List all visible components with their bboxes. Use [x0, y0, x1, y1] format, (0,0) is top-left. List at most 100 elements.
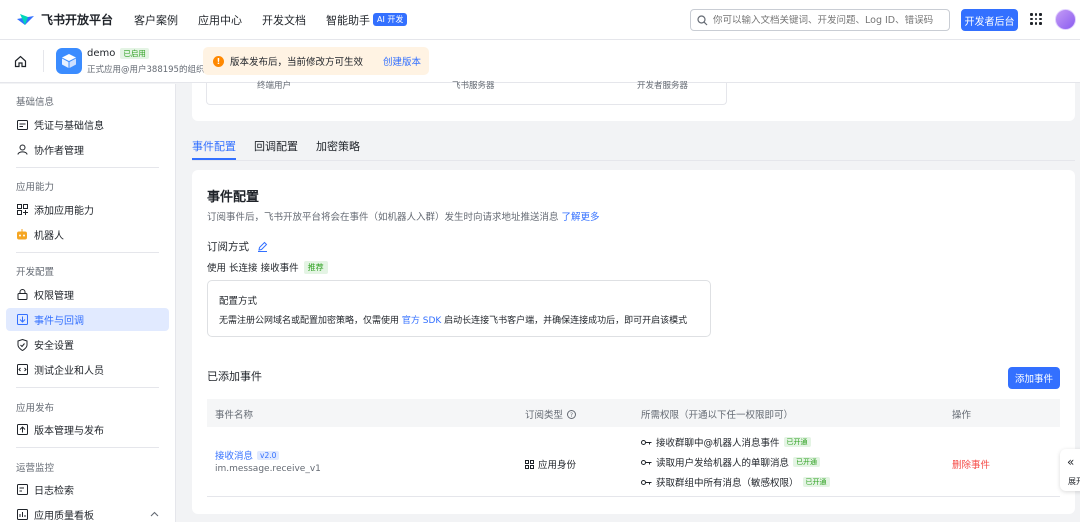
shield-icon: [16, 338, 28, 351]
app-header: demo 已启用 正式应用@用户388195的组织 ! 版本发布后，当前修改方可…: [0, 40, 1080, 83]
tab-encryption[interactable]: 加密策略: [316, 133, 360, 160]
warning-icon: !: [213, 55, 224, 67]
event-name[interactable]: 接收消息 v2.0: [215, 448, 280, 462]
tab-callback-config[interactable]: 回调配置: [254, 133, 298, 160]
sidebar-item-credentials[interactable]: 凭证与基础信息: [6, 113, 169, 136]
subscribe-mode: 订阅方式: [207, 239, 268, 254]
nav-ai-assistant[interactable]: 智能助手 AI 开发: [326, 12, 408, 28]
status-badge: 已开通: [783, 437, 811, 447]
col-subscribe-type: 订阅类型 ?: [525, 407, 577, 421]
flow-card: 终端用户 飞书服务器 开发者服务器: [192, 81, 1075, 121]
developer-console-button[interactable]: 开发者后台: [961, 9, 1018, 31]
test-icon: [16, 364, 28, 376]
table-row: 接收消息 v2.0 im.message.receive_v1 应用身份 接收群…: [207, 427, 1060, 497]
app-subtitle: 正式应用@用户388195的组织: [87, 65, 205, 75]
col-permissions: 所需权限（开通以下任一权限即可）: [641, 410, 794, 421]
usage-mode: 使用 长连接 接收事件 推荐: [207, 260, 328, 274]
sidebar-item-test-org[interactable]: 测试企业和人员: [6, 358, 169, 381]
search-input[interactable]: [713, 14, 941, 26]
divider: [16, 447, 159, 448]
added-events-title: 已添加事件: [207, 370, 262, 383]
nav-ai-assistant-label: 智能助手: [326, 13, 370, 27]
event-config-card: 事件配置 订阅事件后，飞书开放平台将会在事件（如机器人入群）发生时向请求地址推送…: [192, 170, 1075, 514]
permission-label: 读取用户发给机器人的单聊消息: [656, 458, 790, 469]
sidebar-item-label: 应用质量看板: [34, 511, 94, 522]
app-logo-icon: [56, 48, 82, 74]
robot-icon: [16, 229, 28, 241]
config-text: 无需注册公网域名或配置加密策略，仅需使用 官方 SDK 启动长连接飞书客户端，并…: [219, 313, 687, 326]
expand-label: 展开: [1068, 477, 1080, 486]
table-header: 事件名称 订阅类型 ? 所需权限（开通以下任一权限即可） 操作: [207, 399, 1060, 427]
sidebar-item-security[interactable]: 安全设置: [6, 333, 169, 356]
config-text-1: 无需注册公网域名或配置加密策略，仅需使用: [219, 316, 400, 326]
sidebar-item-add-capability[interactable]: 添加应用能力: [6, 198, 169, 221]
sidebar-item-label: 添加应用能力: [34, 206, 94, 217]
status-badge: 已启用: [120, 48, 149, 59]
dashboard-icon: [16, 509, 28, 521]
search-icon: [697, 14, 708, 25]
nav-dev-docs[interactable]: 开发文档: [262, 12, 306, 28]
chevron-up-icon[interactable]: [150, 511, 159, 517]
sidebar-item-label: 测试企业和人员: [34, 366, 104, 377]
sidebar-item-label: 事件与回调: [34, 316, 84, 327]
user-icon: [16, 144, 28, 156]
edit-icon[interactable]: [257, 241, 268, 252]
divider: [16, 387, 159, 388]
sidebar-item-label: 机器人: [34, 231, 64, 242]
flow-label-dev: 开发者服务器: [637, 81, 689, 91]
help-icon[interactable]: ?: [567, 409, 577, 419]
flow-diagram: 终端用户 飞书服务器 开发者服务器: [206, 81, 727, 105]
app-identity-icon: [525, 459, 534, 469]
key-icon: [641, 439, 652, 445]
avatar[interactable]: [1055, 9, 1076, 30]
home-icon[interactable]: [14, 55, 27, 68]
svg-text:?: ?: [570, 411, 573, 418]
lock-icon: [16, 289, 28, 301]
flow-label-user: 终端用户: [257, 81, 292, 91]
nav-app-center[interactable]: 应用中心: [198, 12, 242, 28]
permission-item: 读取用户发给机器人的单聊消息 已开通: [641, 455, 821, 469]
subscribe-type: 应用身份: [525, 457, 576, 471]
log-icon: [16, 484, 28, 496]
ai-badge: AI 开发: [373, 13, 408, 26]
sidebar-item-collaborators[interactable]: 协作者管理: [6, 138, 169, 161]
flow-label-feishu: 飞书服务器: [452, 81, 495, 91]
app-grid-icon[interactable]: [1030, 13, 1042, 25]
sidebar-item-label: 协作者管理: [34, 146, 84, 157]
status-badge: 已开通: [793, 457, 821, 467]
divider: [192, 160, 1075, 161]
tab-event-config[interactable]: 事件配置: [192, 133, 236, 160]
description-text: 订阅事件后，飞书开放平台将会在事件（如机器人入群）发生时向请求地址推送消息: [207, 212, 559, 223]
nav-customer-cases[interactable]: 客户案例: [134, 12, 178, 28]
feishu-logo[interactable]: 飞书开放平台: [16, 11, 134, 28]
sidebar-item-permissions[interactable]: 权限管理: [6, 283, 169, 306]
expand-panel-button[interactable]: « 展开: [1060, 449, 1080, 491]
sidebar-item-release[interactable]: 版本管理与发布: [6, 418, 169, 441]
sidebar-section-dev: 开发配置: [16, 267, 55, 278]
learn-more-link[interactable]: 了解更多: [562, 212, 600, 223]
tab-bar: 事件配置 回调配置 加密策略: [192, 133, 378, 161]
divider: [16, 167, 159, 168]
sidebar-item-quality[interactable]: 应用质量看板: [6, 503, 169, 522]
usage-mode-value: 长连接: [229, 263, 258, 274]
sidebar-item-logs[interactable]: 日志检索: [6, 478, 169, 501]
double-chevron-left-icon: «: [1067, 455, 1075, 469]
permission-item: 接收群聊中@机器人消息事件 已开通: [641, 435, 811, 449]
event-name-text: 接收消息: [215, 451, 254, 462]
delete-event-button[interactable]: 删除事件: [952, 457, 990, 471]
sidebar-item-label: 日志检索: [34, 486, 74, 497]
app-name-text: demo: [87, 48, 116, 59]
subscribe-type-text: 应用身份: [538, 460, 577, 471]
sidebar-item-label: 权限管理: [34, 291, 74, 302]
official-sdk-link[interactable]: 官方 SDK: [402, 316, 441, 326]
event-description: 订阅事件后，飞书开放平台将会在事件（如机器人入群）发生时向请求地址推送消息 了解…: [207, 209, 600, 223]
recommend-badge: 推荐: [303, 260, 328, 274]
add-event-button[interactable]: 添加事件: [1008, 367, 1060, 389]
version-notice: ! 版本发布后，当前修改方可生效 创建版本: [203, 47, 429, 75]
version-badge: v2.0: [257, 450, 280, 460]
search-box[interactable]: [690, 9, 950, 31]
create-version-link[interactable]: 创建版本: [383, 54, 421, 68]
sidebar-item-events[interactable]: 事件与回调: [6, 308, 169, 331]
col-event-name: 事件名称: [215, 410, 254, 421]
sidebar-item-robot[interactable]: 机器人: [6, 223, 169, 246]
